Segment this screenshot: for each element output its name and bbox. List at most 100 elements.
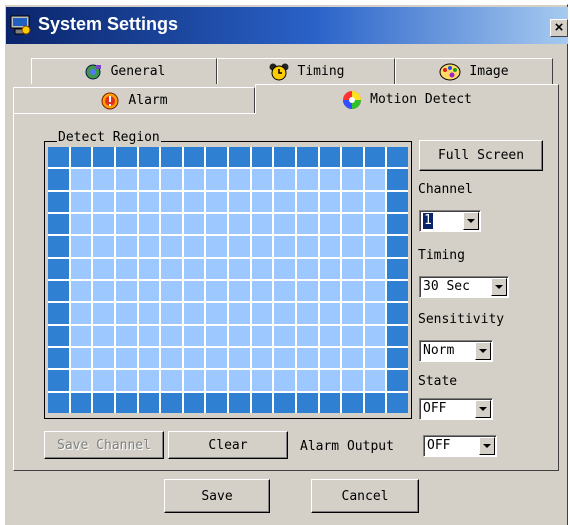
- grid-cell[interactable]: [70, 325, 92, 346]
- grid-cell[interactable]: [319, 169, 341, 190]
- grid-cell[interactable]: [251, 236, 273, 257]
- grid-cell[interactable]: [115, 392, 137, 413]
- clear-button[interactable]: Clear: [168, 431, 288, 459]
- grid-cell[interactable]: [387, 258, 408, 279]
- grid-cell[interactable]: [70, 214, 92, 235]
- grid-cell[interactable]: [161, 370, 182, 391]
- grid-cell[interactable]: [138, 147, 160, 168]
- grid-cell[interactable]: [364, 392, 386, 413]
- chevron-down-icon[interactable]: [463, 212, 479, 230]
- grid-cell[interactable]: [161, 303, 182, 324]
- grid-cell[interactable]: [296, 325, 318, 346]
- grid-cell[interactable]: [274, 392, 295, 413]
- grid-cell[interactable]: [229, 281, 250, 302]
- grid-cell[interactable]: [387, 214, 408, 235]
- grid-cell[interactable]: [183, 370, 205, 391]
- grid-cell[interactable]: [229, 325, 250, 346]
- tab-alarm[interactable]: Alarm: [13, 87, 255, 113]
- grid-cell[interactable]: [251, 214, 273, 235]
- grid-cell[interactable]: [70, 392, 92, 413]
- grid-cell[interactable]: [387, 392, 408, 413]
- grid-cell[interactable]: [93, 236, 114, 257]
- grid-cell[interactable]: [342, 281, 363, 302]
- grid-cell[interactable]: [115, 191, 137, 212]
- grid-cell[interactable]: [206, 281, 227, 302]
- grid-cell[interactable]: [206, 258, 227, 279]
- title-bar[interactable]: System Settings ×: [6, 7, 568, 44]
- alarm-output-select[interactable]: OFF: [423, 435, 497, 457]
- chevron-down-icon[interactable]: [479, 437, 495, 455]
- grid-cell[interactable]: [229, 348, 250, 369]
- grid-cell[interactable]: [274, 147, 295, 168]
- grid-cell[interactable]: [206, 214, 227, 235]
- grid-cell[interactable]: [342, 191, 363, 212]
- grid-cell[interactable]: [138, 214, 160, 235]
- grid-cell[interactable]: [183, 281, 205, 302]
- grid-cell[interactable]: [296, 236, 318, 257]
- grid-cell[interactable]: [274, 348, 295, 369]
- grid-cell[interactable]: [364, 325, 386, 346]
- grid-cell[interactable]: [251, 191, 273, 212]
- grid-cell[interactable]: [183, 236, 205, 257]
- grid-cell[interactable]: [364, 281, 386, 302]
- grid-cell[interactable]: [319, 303, 341, 324]
- grid-cell[interactable]: [183, 258, 205, 279]
- grid-cell[interactable]: [138, 258, 160, 279]
- grid-cell[interactable]: [342, 258, 363, 279]
- grid-cell[interactable]: [48, 348, 69, 369]
- grid-cell[interactable]: [364, 147, 386, 168]
- grid-cell[interactable]: [342, 236, 363, 257]
- grid-cell[interactable]: [115, 214, 137, 235]
- grid-cell[interactable]: [364, 169, 386, 190]
- grid-cell[interactable]: [342, 147, 363, 168]
- grid-cell[interactable]: [48, 214, 69, 235]
- grid-cell[interactable]: [229, 169, 250, 190]
- grid-cell[interactable]: [319, 191, 341, 212]
- grid-cell[interactable]: [93, 214, 114, 235]
- grid-cell[interactable]: [364, 191, 386, 212]
- grid-cell[interactable]: [229, 214, 250, 235]
- state-select[interactable]: OFF: [419, 398, 493, 420]
- full-screen-button[interactable]: Full Screen: [419, 140, 543, 171]
- grid-cell[interactable]: [183, 348, 205, 369]
- grid-cell[interactable]: [48, 147, 69, 168]
- grid-cell[interactable]: [364, 214, 386, 235]
- grid-cell[interactable]: [251, 325, 273, 346]
- grid-cell[interactable]: [70, 236, 92, 257]
- grid-cell[interactable]: [138, 236, 160, 257]
- grid-cell[interactable]: [274, 258, 295, 279]
- grid-cell[interactable]: [115, 303, 137, 324]
- save-button[interactable]: Save: [164, 479, 270, 513]
- sensitivity-select[interactable]: Norm: [419, 340, 493, 362]
- grid-cell[interactable]: [161, 325, 182, 346]
- grid-cell[interactable]: [319, 147, 341, 168]
- grid-cell[interactable]: [93, 392, 114, 413]
- grid-cell[interactable]: [274, 191, 295, 212]
- grid-cell[interactable]: [387, 147, 408, 168]
- grid-cell[interactable]: [251, 147, 273, 168]
- grid-cell[interactable]: [70, 281, 92, 302]
- grid-cell[interactable]: [296, 191, 318, 212]
- grid-cell[interactable]: [115, 147, 137, 168]
- grid-cell[interactable]: [138, 281, 160, 302]
- grid-cell[interactable]: [115, 281, 137, 302]
- close-button[interactable]: ×: [550, 19, 568, 37]
- grid-cell[interactable]: [319, 392, 341, 413]
- grid-cell[interactable]: [251, 370, 273, 391]
- grid-cell[interactable]: [319, 348, 341, 369]
- grid-cell[interactable]: [138, 325, 160, 346]
- grid-cell[interactable]: [364, 370, 386, 391]
- chevron-down-icon[interactable]: [491, 278, 507, 296]
- grid-cell[interactable]: [183, 191, 205, 212]
- grid-cell[interactable]: [296, 370, 318, 391]
- grid-cell[interactable]: [296, 281, 318, 302]
- grid-cell[interactable]: [364, 236, 386, 257]
- grid-cell[interactable]: [342, 370, 363, 391]
- grid-cell[interactable]: [161, 169, 182, 190]
- grid-cell[interactable]: [138, 370, 160, 391]
- grid-cell[interactable]: [161, 281, 182, 302]
- grid-cell[interactable]: [342, 303, 363, 324]
- grid-cell[interactable]: [296, 392, 318, 413]
- grid-cell[interactable]: [70, 348, 92, 369]
- grid-cell[interactable]: [251, 169, 273, 190]
